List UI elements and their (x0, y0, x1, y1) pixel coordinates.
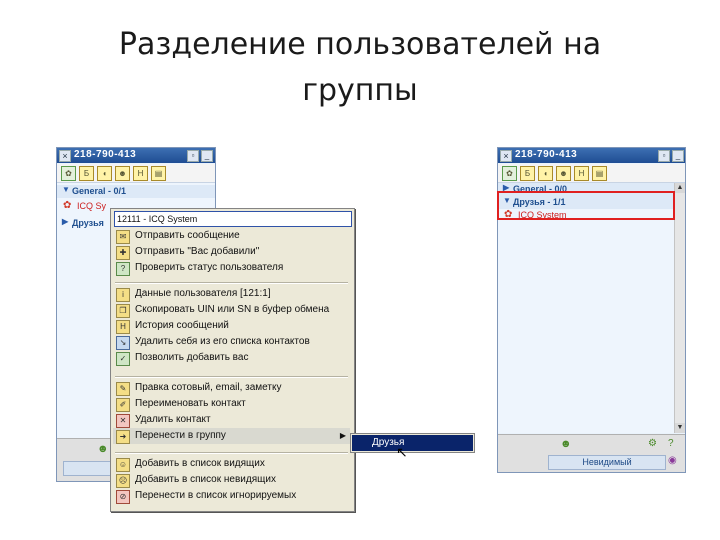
status-button[interactable]: Невидимый (548, 455, 666, 470)
menu-header: 12111 - ICQ System (114, 211, 352, 227)
close-icon[interactable]: × (500, 150, 512, 162)
minimize-icon[interactable]: _ (201, 150, 213, 162)
slide-title: Разделение пользователей на группы (118, 27, 602, 108)
flower-icon[interactable]: ✿ (502, 166, 517, 181)
pin-icon[interactable]: ▫ (658, 150, 670, 162)
pin-icon[interactable]: ▫ (187, 150, 199, 162)
status-icon[interactable]: ☻ (560, 438, 572, 450)
menu-item-copy-uin[interactable]: ❐ Скопировать UIN или SN в буфер обмена (113, 302, 350, 318)
copy-icon: ❐ (116, 304, 130, 318)
message-icon: ✉ (116, 230, 130, 244)
visible-icon: ☺ (116, 458, 130, 472)
remove-self-icon: ↘ (116, 336, 130, 350)
submenu-item-friends[interactable]: Друзья (352, 435, 473, 451)
menu-item-rename[interactable]: ✐ Переименовать контакт (113, 396, 350, 412)
menu-item-remove-self[interactable]: ↘ Удалить себя из его списка контактов (113, 334, 350, 350)
icq-status-flower-icon: ✿ (63, 200, 72, 211)
status-icon: ? (116, 262, 130, 276)
menu-item-allow-add[interactable]: ✓ Позволить добавить вас (113, 350, 350, 366)
title-bar[interactable]: × 218-790-413 ▫ _ (498, 148, 685, 163)
menu-separator (115, 376, 348, 378)
group-label: General - 0/1 (72, 186, 127, 196)
invisible-icon: ☹ (116, 474, 130, 488)
sound-icon[interactable]: ◖ (97, 166, 112, 181)
scroll-up-icon[interactable]: ▲ (675, 183, 685, 193)
info-icon: i (116, 288, 130, 302)
added-icon: ✚ (116, 246, 130, 260)
sound-icon[interactable]: ◖ (538, 166, 553, 181)
group-general[interactable]: ▼ General - 0/1 (57, 185, 215, 198)
allow-icon: ✓ (116, 352, 130, 366)
contact-list: ▶ General - 0/0 ▼ Друзья - 1/1 ✿ ICQ Sys… (498, 183, 674, 433)
menu-item-add-visible[interactable]: ☺ Добавить в список видящих (113, 456, 350, 472)
minimize-icon[interactable]: _ (672, 150, 684, 162)
group-label: Друзья (72, 218, 104, 228)
menu-item-send-message[interactable]: ✉ Отправить сообщение (113, 228, 350, 244)
eye-icon[interactable]: ◉ (668, 455, 677, 466)
menu-item-history[interactable]: H История сообщений (113, 318, 350, 334)
note-icon[interactable]: ▤ (151, 166, 166, 181)
scroll-down-icon[interactable]: ▼ (675, 423, 685, 433)
chevron-right-icon: ▶ (62, 217, 69, 226)
contact-context-menu: 12111 - ICQ System ✉ Отправить сообщение… (110, 208, 355, 512)
menu-item-move-ignore[interactable]: ⊘ Перенести в список игнорируемых (113, 488, 350, 504)
close-icon[interactable]: × (59, 150, 71, 162)
menu-item-add-invisible[interactable]: ☹ Добавить в список невидящих (113, 472, 350, 488)
ignore-icon: ⊘ (116, 490, 130, 504)
menu-item-edit-details[interactable]: ✎ Правка сотовый, email, заметку (113, 380, 350, 396)
history-icon[interactable]: H (574, 166, 589, 181)
settings-icon[interactable]: ⚙ (648, 438, 657, 449)
settings-icon[interactable]: Б (520, 166, 535, 181)
rename-icon: ✐ (116, 398, 130, 412)
settings-icon[interactable]: Б (79, 166, 94, 181)
menu-item-check-status[interactable]: ? Проверить статус пользователя (113, 260, 350, 276)
menu-separator (115, 282, 348, 284)
avatar-icon[interactable]: ☻ (115, 166, 130, 181)
move-to-group-submenu: Друзья (350, 433, 475, 453)
avatar-icon[interactable]: ☻ (556, 166, 571, 181)
move-icon: ➜ (116, 430, 130, 444)
menu-item-send-added[interactable]: ✚ Отправить "Вас добавили" (113, 244, 350, 260)
uin-label: 218-790-413 (515, 149, 578, 160)
history-icon: H (116, 320, 130, 334)
chevron-down-icon: ▼ (62, 185, 70, 194)
edit-icon: ✎ (116, 382, 130, 396)
toolbar: ✿ Б ◖ ☻ H ▤ (57, 164, 215, 183)
menu-separator (115, 452, 348, 454)
highlight-frame (497, 191, 675, 220)
menu-item-delete-contact[interactable]: ✕ Удалить контакт (113, 412, 350, 428)
toolbar: ✿ Б ◖ ☻ H ▤ (498, 164, 685, 183)
status-icon[interactable]: ☻ (97, 443, 109, 455)
delete-icon: ✕ (116, 414, 130, 428)
uin-label: 218-790-413 (74, 149, 137, 160)
flower-icon[interactable]: ✿ (61, 166, 76, 181)
note-icon[interactable]: ▤ (592, 166, 607, 181)
title-bar[interactable]: × 218-790-413 ▫ _ (57, 148, 215, 163)
menu-item-user-info[interactable]: i Данные пользователя [121:1] (113, 286, 350, 302)
scrollbar[interactable]: ▲ ▼ (674, 183, 685, 433)
bottom-bar: ☻ ⚙ ? Невидимый ◉ (498, 434, 685, 472)
menu-item-move-to-group[interactable]: ➜ Перенести в группу ▶ (113, 428, 350, 444)
submenu-arrow-icon: ▶ (339, 431, 346, 440)
mouse-cursor-icon: ↖ (396, 444, 408, 460)
contact-name: ICQ Sy (77, 201, 107, 211)
history-icon[interactable]: H (133, 166, 148, 181)
help-icon[interactable]: ? (668, 438, 674, 449)
